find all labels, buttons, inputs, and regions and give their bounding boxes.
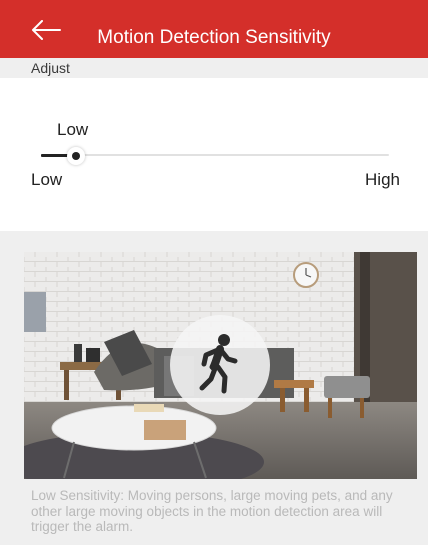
slider-value-label: Low bbox=[57, 120, 89, 139]
walking-person-icon bbox=[199, 334, 238, 394]
slider-min-label: Low bbox=[31, 170, 63, 189]
sensitivity-description: Low Sensitivity: Moving persons, large m… bbox=[31, 488, 393, 534]
slider-max-label: High bbox=[365, 170, 400, 189]
section-header: Adjust bbox=[0, 58, 428, 78]
section-label: Adjust bbox=[31, 60, 70, 76]
slider-thumb[interactable] bbox=[67, 147, 85, 165]
slider-thumb-dot bbox=[72, 152, 80, 160]
app-bar: Motion Detection Sensitivity bbox=[0, 0, 428, 58]
slider-track bbox=[41, 154, 389, 156]
motion-icon-overlay bbox=[170, 315, 270, 415]
page-title: Motion Detection Sensitivity bbox=[97, 27, 331, 48]
sensitivity-slider[interactable] bbox=[41, 145, 389, 165]
